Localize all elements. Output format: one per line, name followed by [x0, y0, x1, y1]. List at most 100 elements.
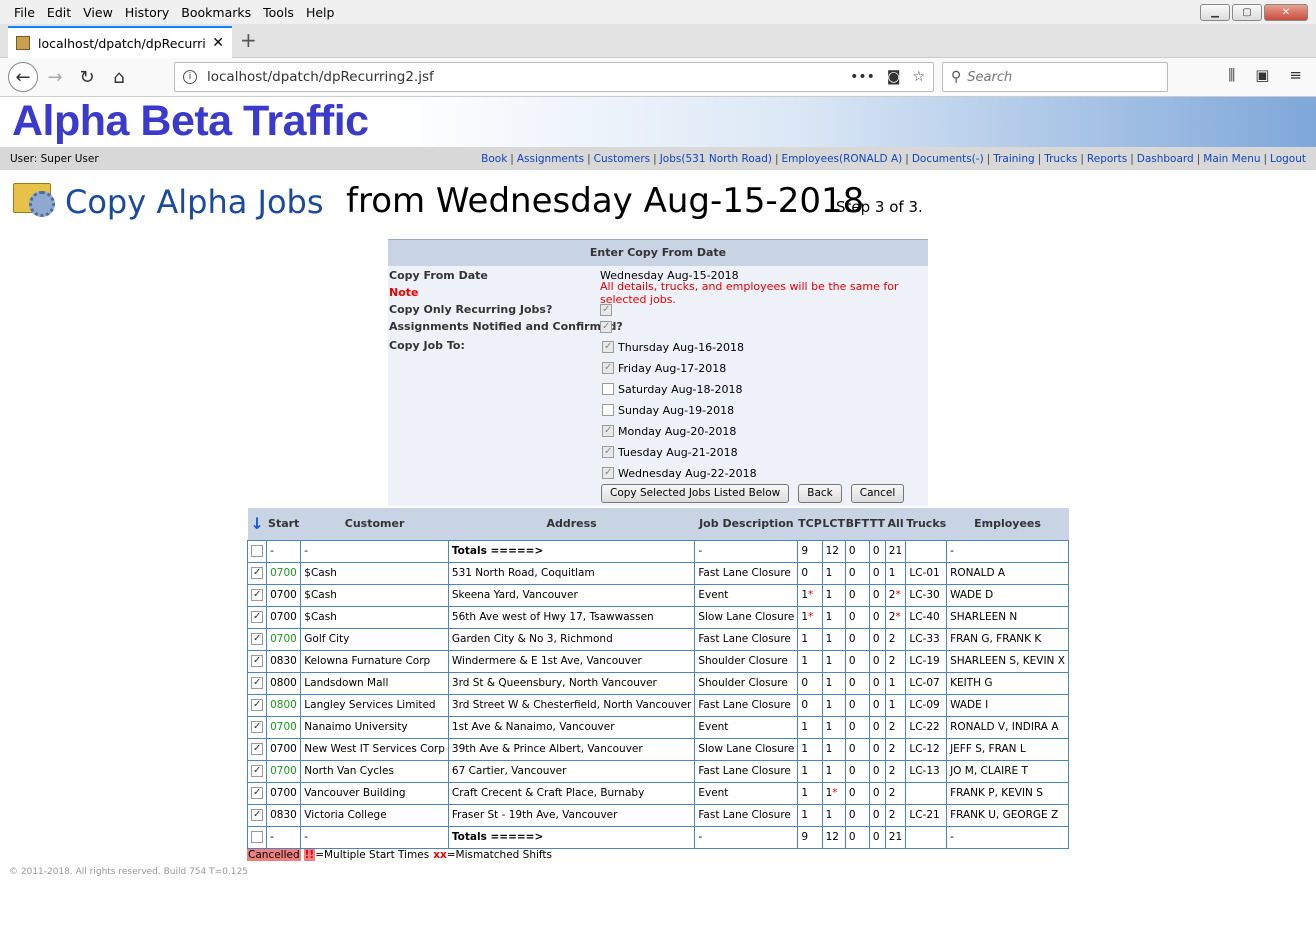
- arrow-down-icon[interactable]: ↓: [250, 514, 263, 533]
- select-cell[interactable]: [246, 671, 268, 695]
- row-checkbox[interactable]: [251, 633, 263, 645]
- pocket-icon[interactable]: ◙: [887, 69, 901, 85]
- day-option[interactable]: Sunday Aug-19-2018: [602, 400, 734, 420]
- bookmark-star-icon[interactable]: ☆: [912, 69, 925, 85]
- select-cell[interactable]: [246, 737, 268, 761]
- col-header-all[interactable]: All: [885, 508, 906, 540]
- home-icon[interactable]: ⌂: [104, 62, 134, 92]
- day-option[interactable]: Monday Aug-20-2018: [602, 421, 736, 441]
- table-row[interactable]: 0700$Cash531 North Road, CoquitlamFast L…: [246, 561, 1069, 585]
- copy-selected-button[interactable]: Copy Selected Jobs Listed Below: [601, 484, 790, 503]
- row-checkbox[interactable]: [251, 545, 263, 557]
- nav-link-customers[interactable]: Customers: [594, 153, 650, 165]
- menu-view[interactable]: View: [83, 5, 113, 20]
- day-option[interactable]: Friday Aug-17-2018: [602, 358, 726, 378]
- col-header-lct[interactable]: LCT: [822, 508, 846, 540]
- library-icon[interactable]: ⫼: [1228, 66, 1235, 84]
- select-cell[interactable]: [246, 759, 268, 783]
- col-header-employees[interactable]: Employees: [946, 508, 1069, 540]
- sidebar-icon[interactable]: ▣: [1255, 66, 1269, 84]
- row-checkbox[interactable]: [251, 567, 263, 579]
- back-icon[interactable]: ←: [8, 62, 38, 92]
- day-checkbox[interactable]: [602, 362, 614, 374]
- select-cell[interactable]: [246, 693, 268, 717]
- menu-help[interactable]: Help: [306, 5, 335, 20]
- cancel-button[interactable]: Cancel: [850, 484, 905, 503]
- nav-link-employees[interactable]: Employees(RONALD A): [782, 153, 903, 165]
- row-checkbox[interactable]: [251, 721, 263, 733]
- day-checkbox[interactable]: [602, 404, 614, 416]
- row-checkbox[interactable]: [251, 655, 263, 667]
- nav-link-trucks[interactable]: Trucks: [1044, 153, 1077, 165]
- table-row[interactable]: 0700Nanaimo University1st Ave & Nanaimo,…: [246, 715, 1069, 739]
- day-checkbox[interactable]: [602, 341, 614, 353]
- select-cell[interactable]: [246, 583, 268, 607]
- menu-history[interactable]: History: [125, 5, 169, 20]
- nav-link-book[interactable]: Book: [481, 153, 507, 165]
- browser-tab[interactable]: localhost/dpatch/dpRecurring2 ✕: [8, 26, 232, 58]
- url-text[interactable]: localhost/dpatch/dpRecurring2.jsf: [207, 69, 850, 85]
- url-bar[interactable]: i localhost/dpatch/dpRecurring2.jsf ••• …: [174, 62, 934, 92]
- menu-bookmarks[interactable]: Bookmarks: [181, 5, 251, 20]
- day-option[interactable]: Thursday Aug-16-2018: [602, 337, 744, 357]
- maximize-icon[interactable]: ▢: [1232, 4, 1262, 21]
- forward-icon[interactable]: →: [40, 62, 70, 92]
- col-header-job-description[interactable]: Job Description: [694, 508, 798, 540]
- col-header-tt[interactable]: TT: [869, 508, 886, 540]
- select-cell[interactable]: [246, 715, 268, 739]
- nav-link-assignments[interactable]: Assignments: [517, 153, 584, 165]
- tab-close-icon[interactable]: ✕: [212, 35, 224, 51]
- table-row[interactable]: 0700Golf CityGarden City & No 3, Richmon…: [246, 627, 1069, 651]
- table-row[interactable]: 0830Victoria CollegeFraser St - 19th Ave…: [246, 803, 1069, 827]
- row-checkbox[interactable]: [251, 611, 263, 623]
- nav-link-training[interactable]: Training: [993, 153, 1034, 165]
- menu-tools[interactable]: Tools: [263, 5, 294, 20]
- day-option[interactable]: Saturday Aug-18-2018: [602, 379, 742, 399]
- day-option[interactable]: Wednesday Aug-22-2018: [602, 463, 757, 483]
- row-checkbox[interactable]: [251, 765, 263, 777]
- select-cell[interactable]: [246, 605, 268, 629]
- notified-checkbox[interactable]: [600, 321, 612, 333]
- col-header-address[interactable]: Address: [448, 508, 695, 540]
- row-checkbox[interactable]: [251, 677, 263, 689]
- row-checkbox[interactable]: [251, 743, 263, 755]
- table-row[interactable]: 0700New West IT Services Corp39th Ave & …: [246, 737, 1069, 761]
- close-icon[interactable]: ✕: [1264, 4, 1308, 21]
- table-row[interactable]: 0800Landsdown Mall3rd St & Queensbury, N…: [246, 671, 1069, 695]
- day-checkbox[interactable]: [602, 425, 614, 437]
- nav-link-jobs[interactable]: Jobs(531 North Road): [660, 153, 772, 165]
- minimize-icon[interactable]: ▁: [1200, 4, 1230, 21]
- day-checkbox[interactable]: [602, 383, 614, 395]
- col-header-bft[interactable]: BFT: [845, 508, 870, 540]
- menu-file[interactable]: File: [14, 5, 35, 20]
- row-checkbox[interactable]: [251, 699, 263, 711]
- row-checkbox[interactable]: [251, 589, 263, 601]
- table-row[interactable]: 0700North Van Cycles67 Cartier, Vancouve…: [246, 759, 1069, 783]
- new-tab-icon[interactable]: +: [240, 28, 257, 52]
- back-button[interactable]: Back: [798, 484, 842, 503]
- search-placeholder[interactable]: Search: [967, 70, 1012, 85]
- day-option[interactable]: Tuesday Aug-21-2018: [602, 442, 738, 462]
- row-checkbox[interactable]: [251, 809, 263, 821]
- recurring-checkbox[interactable]: [600, 304, 612, 316]
- col-header-tcp[interactable]: TCP: [797, 508, 823, 540]
- select-cell[interactable]: [246, 539, 268, 563]
- select-cell[interactable]: [246, 803, 268, 827]
- page-actions-icon[interactable]: •••: [850, 69, 875, 85]
- day-checkbox[interactable]: [602, 467, 614, 479]
- menu-edit[interactable]: Edit: [47, 5, 71, 20]
- col-header-start[interactable]: Start: [266, 508, 301, 540]
- nav-link-logout[interactable]: Logout: [1270, 153, 1306, 165]
- nav-link-main-menu[interactable]: Main Menu: [1203, 153, 1260, 165]
- table-row[interactable]: 0830Kelowna Furnature CorpWindermere & E…: [246, 649, 1069, 673]
- row-checkbox[interactable]: [251, 831, 263, 843]
- nav-link-reports[interactable]: Reports: [1087, 153, 1127, 165]
- table-row[interactable]: 0700$CashSkeena Yard, VancouverEvent1*10…: [246, 583, 1069, 607]
- nav-link-dashboard[interactable]: Dashboard: [1137, 153, 1194, 165]
- hamburger-menu-icon[interactable]: ≡: [1289, 66, 1302, 84]
- nav-link-documents[interactable]: Documents(-): [912, 153, 984, 165]
- sort-column[interactable]: ↓: [247, 508, 267, 540]
- day-checkbox[interactable]: [602, 446, 614, 458]
- table-row[interactable]: 0700$Cash56th Ave west of Hwy 17, Tsawwa…: [246, 605, 1069, 629]
- col-header-customer[interactable]: Customer: [300, 508, 449, 540]
